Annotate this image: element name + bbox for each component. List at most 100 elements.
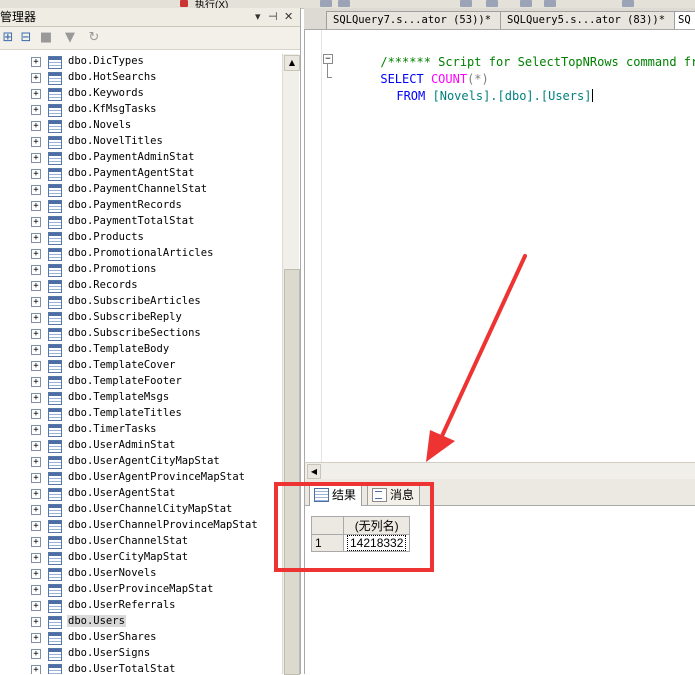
tree-item[interactable]: + dbo.UserAgentStat — [0, 486, 282, 502]
tree-item[interactable]: + dbo.SubscribeArticles — [0, 294, 282, 310]
expand-icon[interactable]: + — [31, 153, 41, 163]
expand-icon[interactable]: + — [31, 169, 41, 179]
expand-icon[interactable]: + — [31, 89, 41, 99]
tree-item[interactable]: + dbo.Keywords — [0, 86, 282, 102]
tree-item[interactable]: + dbo.Products — [0, 230, 282, 246]
tree-item[interactable]: + dbo.UserTotalStat — [0, 662, 282, 674]
expand-icon[interactable]: + — [31, 553, 41, 563]
expand-icon[interactable]: + — [31, 233, 41, 243]
tree-item[interactable]: + dbo.TemplateTitles — [0, 406, 282, 422]
object-explorer-scrollbar[interactable]: ▲ — [282, 54, 300, 675]
expand-icon[interactable]: + — [31, 473, 41, 483]
tree-item[interactable]: + dbo.UserCityMapStat — [0, 550, 282, 566]
tab-sqlquery5[interactable]: SQLQuery5.s...ator (83))* — [500, 11, 676, 29]
toolbar-button-icon[interactable] — [544, 0, 556, 7]
expand-icon[interactable]: + — [31, 585, 41, 595]
tree-item[interactable]: + dbo.UserChannelStat — [0, 534, 282, 550]
tree-item[interactable]: + dbo.UserAgentProvinceMapStat — [0, 470, 282, 486]
pin-dropdown-icon[interactable]: ▾ — [255, 8, 261, 26]
expand-icon[interactable]: + — [31, 281, 41, 291]
expand-icon[interactable]: + — [31, 649, 41, 659]
tree-item[interactable]: + dbo.TemplateFooter — [0, 374, 282, 390]
expand-icon[interactable]: + — [31, 457, 41, 467]
stop-icon[interactable]: ■ — [38, 30, 54, 46]
tab-sqlquery7[interactable]: SQLQuery7.s...ator (53))* — [326, 11, 502, 29]
tree-item[interactable]: + dbo.KfMsgTasks — [0, 102, 282, 118]
tree-item[interactable]: + dbo.SubscribeSections — [0, 326, 282, 342]
expand-icon[interactable]: + — [31, 601, 41, 611]
tree-item[interactable]: + dbo.UserShares — [0, 630, 282, 646]
expand-icon[interactable]: + — [31, 617, 41, 627]
tree-item[interactable]: + dbo.PaymentAgentStat — [0, 166, 282, 182]
expand-icon[interactable]: + — [31, 489, 41, 499]
tree-item[interactable]: + dbo.UserAdminStat — [0, 438, 282, 454]
expand-icon[interactable]: + — [31, 393, 41, 403]
expand-icon[interactable]: + — [31, 137, 41, 147]
tree-item[interactable]: + dbo.Promotions — [0, 262, 282, 278]
tree-item[interactable]: + dbo.UserNovels — [0, 566, 282, 582]
pin-icon[interactable]: ⊣ — [268, 8, 278, 26]
toolbar-button-icon[interactable] — [460, 0, 472, 7]
expand-icon[interactable]: + — [31, 313, 41, 323]
expand-icon[interactable]: + — [31, 537, 41, 547]
tree-item[interactable]: + dbo.TemplateBody — [0, 342, 282, 358]
tree-item[interactable]: + dbo.UserChannelProvinceMapStat — [0, 518, 282, 534]
expand-icon[interactable]: + — [31, 569, 41, 579]
expand-icon[interactable]: + — [31, 105, 41, 115]
expand-icon[interactable]: + — [31, 185, 41, 195]
disconnect-icon[interactable]: ⊟ — [18, 30, 34, 46]
expand-icon[interactable]: + — [31, 633, 41, 643]
toolbar-button-icon[interactable] — [520, 0, 532, 7]
toolbar-button-icon[interactable] — [180, 0, 188, 7]
filter-icon[interactable]: ▼ — [62, 30, 78, 46]
expand-icon[interactable]: + — [31, 297, 41, 307]
tree-item[interactable]: + dbo.UserAgentCityMapStat — [0, 454, 282, 470]
tree-item[interactable]: + dbo.Users — [0, 614, 282, 630]
expand-icon[interactable]: + — [31, 361, 41, 371]
expand-icon[interactable]: + — [31, 425, 41, 435]
expand-icon[interactable]: + — [31, 521, 41, 531]
tree-item[interactable]: + dbo.PromotionalArticles — [0, 246, 282, 262]
tree-item[interactable]: + dbo.TemplateCover — [0, 358, 282, 374]
expand-icon[interactable]: + — [31, 441, 41, 451]
tree-item[interactable]: + dbo.HotSearchs — [0, 70, 282, 86]
tree-item[interactable]: + dbo.UserReferrals — [0, 598, 282, 614]
expand-icon[interactable]: + — [31, 329, 41, 339]
toolbar-button-icon[interactable] — [622, 0, 634, 7]
tree-item[interactable]: + dbo.DicTypes — [0, 54, 282, 70]
tree-item[interactable]: + dbo.TemplateMsgs — [0, 390, 282, 406]
expand-icon[interactable]: + — [31, 73, 41, 83]
tree-item[interactable]: + dbo.PaymentTotalStat — [0, 214, 282, 230]
expand-icon[interactable]: + — [31, 665, 41, 674]
tree-item[interactable]: + dbo.TimerTasks — [0, 422, 282, 438]
toolbar-button-icon[interactable] — [338, 0, 350, 7]
refresh-icon[interactable]: ↻ — [86, 30, 102, 46]
scroll-up-icon[interactable]: ▲ — [284, 55, 300, 71]
scroll-left-icon[interactable]: ◀ — [307, 464, 321, 479]
tree-item[interactable]: + dbo.PaymentAdminStat — [0, 150, 282, 166]
expand-icon[interactable]: + — [31, 121, 41, 131]
tree-item[interactable]: + dbo.PaymentRecords — [0, 198, 282, 214]
tab-active-query[interactable]: SQ — [674, 11, 695, 29]
expand-icon[interactable]: + — [31, 409, 41, 419]
connect-icon[interactable]: ⊞ — [0, 30, 16, 46]
expand-icon[interactable]: + — [31, 201, 41, 211]
tree-item[interactable]: + dbo.Novels — [0, 118, 282, 134]
expand-icon[interactable]: + — [31, 249, 41, 259]
sql-editor[interactable]: − /****** Script for SelectTopNRows comm… — [304, 30, 695, 462]
collapse-toggle-icon[interactable]: − — [323, 54, 333, 64]
toolbar-button-icon[interactable] — [486, 0, 498, 7]
tree-item[interactable]: + dbo.SubscribeReply — [0, 310, 282, 326]
expand-icon[interactable]: + — [31, 217, 41, 227]
tree-item[interactable]: + dbo.PaymentChannelStat — [0, 182, 282, 198]
expand-icon[interactable]: + — [31, 505, 41, 515]
tree-item[interactable]: + dbo.NovelTitles — [0, 134, 282, 150]
expand-icon[interactable]: + — [31, 345, 41, 355]
tree-item[interactable]: + dbo.UserChannelCityMapStat — [0, 502, 282, 518]
expand-icon[interactable]: + — [31, 57, 41, 67]
tree-item[interactable]: + dbo.UserProvinceMapStat — [0, 582, 282, 598]
expand-icon[interactable]: + — [31, 377, 41, 387]
tree-item[interactable]: + dbo.UserSigns — [0, 646, 282, 662]
close-icon[interactable]: ✕ — [284, 8, 293, 26]
scrollbar-thumb[interactable] — [284, 269, 300, 675]
